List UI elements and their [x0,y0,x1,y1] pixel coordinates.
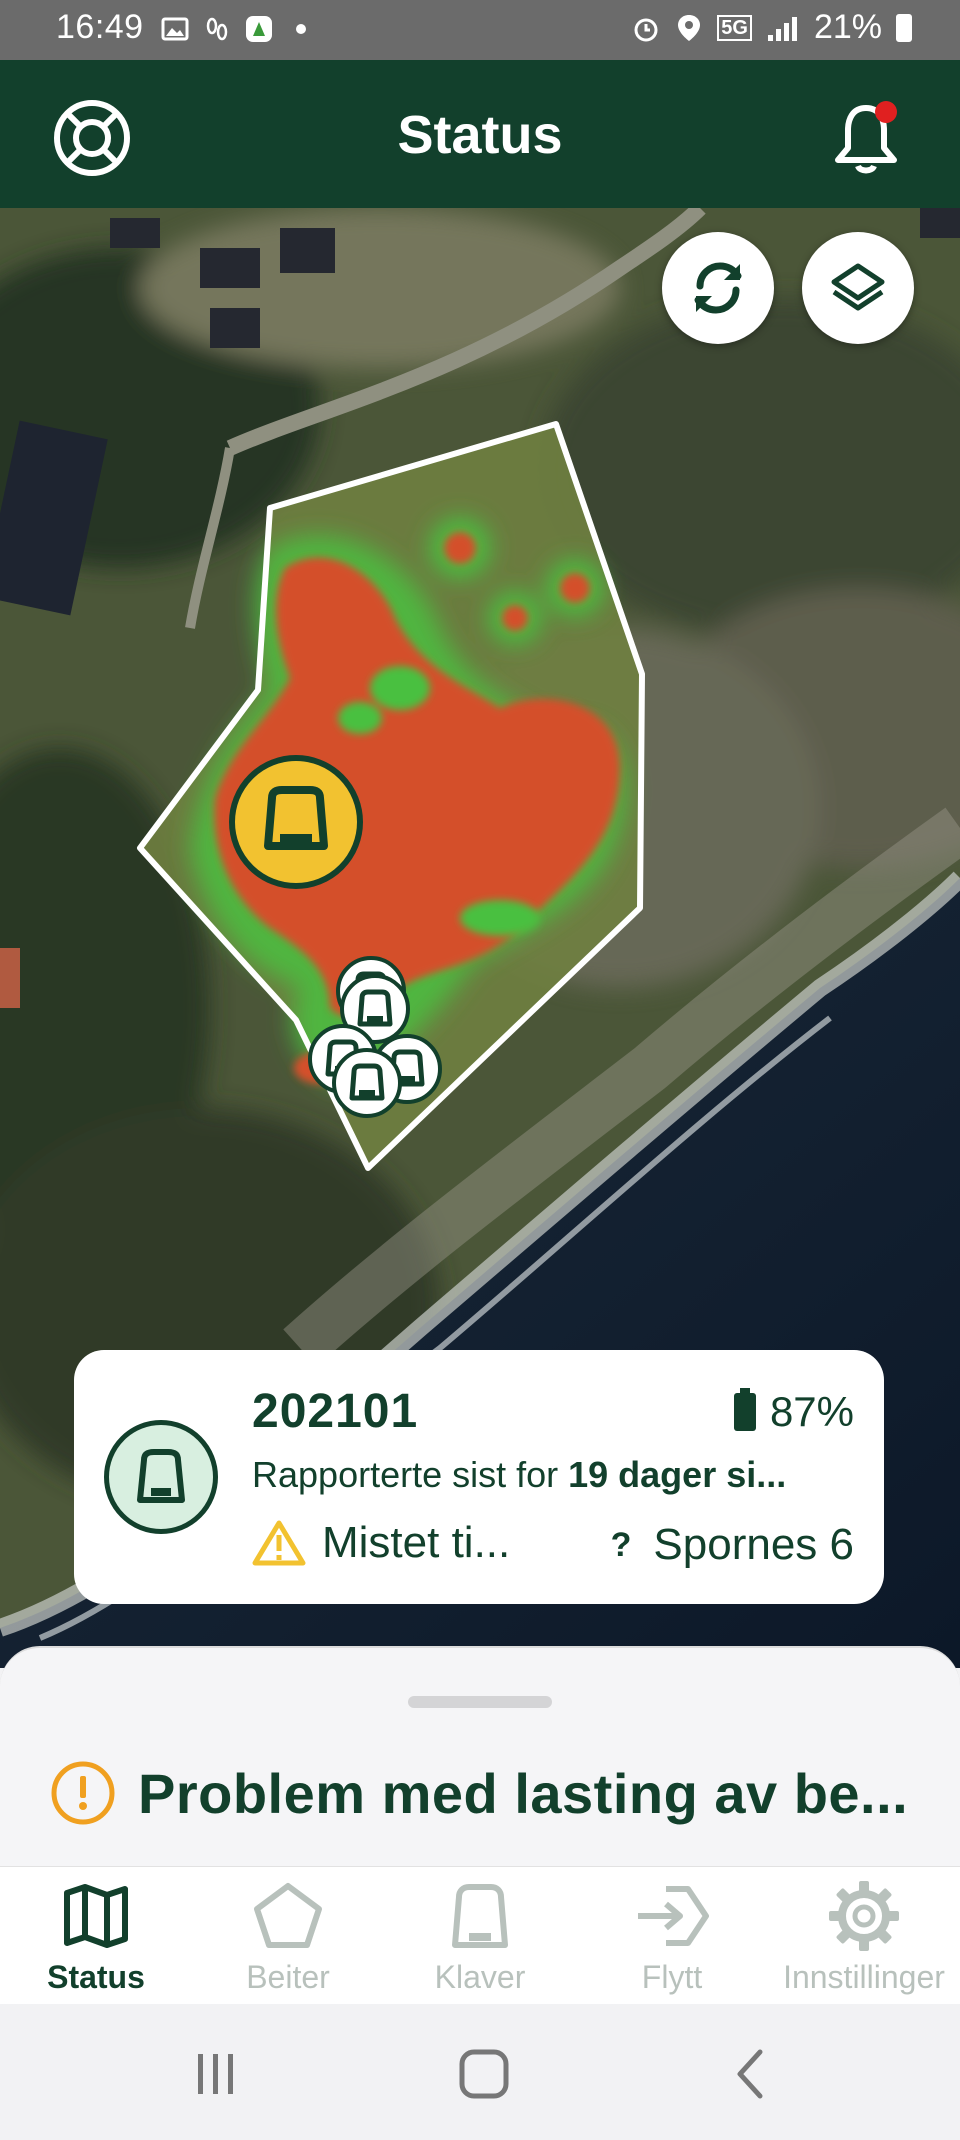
bottom-navigation: Status Beiter Klaver Flytt Innstillinger [0,1866,960,2004]
collar-id: 202101 [252,1385,419,1438]
nav-label-klaver: Klaver [434,1959,526,1995]
collar-icon [452,1884,508,1948]
map-icon [64,1884,128,1948]
collar-info-card[interactable]: 202101 87% Rapporterte sist for 19 dager… [74,1350,884,1604]
nav-label-innstillinger: Innstillinger [783,1959,945,1995]
problem-banner: Problem med lasting av be... [50,1760,908,1826]
last-reported: Rapporterte sist for 19 dager si... [252,1454,786,1496]
tracks-status: ? Spornes 6 [611,1520,854,1570]
battery-icon [896,13,912,42]
collar-avatar [104,1420,218,1534]
recent-apps-button[interactable] [186,2044,246,2104]
page-title: Status [397,105,563,165]
footsteps-icon [206,17,228,41]
app-header: Status [0,60,960,208]
warning-text: Mistet ti... [322,1518,511,1567]
location-icon [678,14,701,41]
refresh-button[interactable] [662,232,774,344]
battery-value: 87% [769,1388,854,1435]
selected-collar-marker[interactable] [228,754,364,890]
reported-duration: 19 dager si... [568,1454,787,1495]
gear-icon [829,1881,899,1951]
bell-icon [835,101,897,174]
clock: 16:49 [56,8,144,46]
layers-button[interactable] [802,232,914,344]
refresh-icon [694,262,742,314]
notifications-button[interactable] [826,98,906,178]
dot-icon [296,24,306,34]
collar-battery: 87% [733,1388,854,1436]
app-icon [246,16,272,42]
alert-circle-icon [51,1761,115,1825]
sheet-drag-handle[interactable] [408,1696,552,1708]
nav-item-beiter[interactable]: Beiter [192,1877,384,2005]
move-icon [638,1886,709,1946]
battery-icon [733,1388,756,1431]
collar-icon [137,1449,185,1503]
home-button[interactable] [454,2044,514,2104]
tracks-text: Spornes 6 [653,1520,854,1569]
battery-percent: 21% [813,8,882,46]
alarm-icon [634,18,658,41]
nav-item-klaver[interactable]: Klaver [384,1877,576,2005]
nav-label-flytt: Flytt [641,1959,703,1995]
system-navigation-bar [0,2004,960,2140]
system-status-bar: 16:49 5G 21% [0,0,960,60]
warning-status: Mistet ti... [252,1518,510,1568]
reported-prefix: Rapporterte sist for [252,1454,569,1495]
back-button[interactable] [722,2044,782,2104]
question-icon: ? [610,1525,632,1564]
signal-icon [767,16,797,41]
problem-text: Problem med lasting av be... [138,1761,909,1825]
nav-label-status: Status [47,1959,145,1995]
gallery-icon [161,17,189,41]
warning-icon [252,1520,306,1566]
nav-label-beiter: Beiter [246,1959,330,1995]
layers-icon [831,263,885,311]
notification-dot [875,101,897,123]
pentagon-icon [254,1883,322,1948]
network-type: 5G [717,14,752,41]
nav-item-flytt[interactable]: Flytt [576,1877,768,2005]
nav-item-innstillinger[interactable]: Innstillinger [768,1877,960,2005]
nav-item-status[interactable]: Status [0,1877,192,2005]
bottom-sheet[interactable]: Problem med lasting av be... [0,1646,960,1866]
collar-marker[interactable] [330,1046,404,1120]
